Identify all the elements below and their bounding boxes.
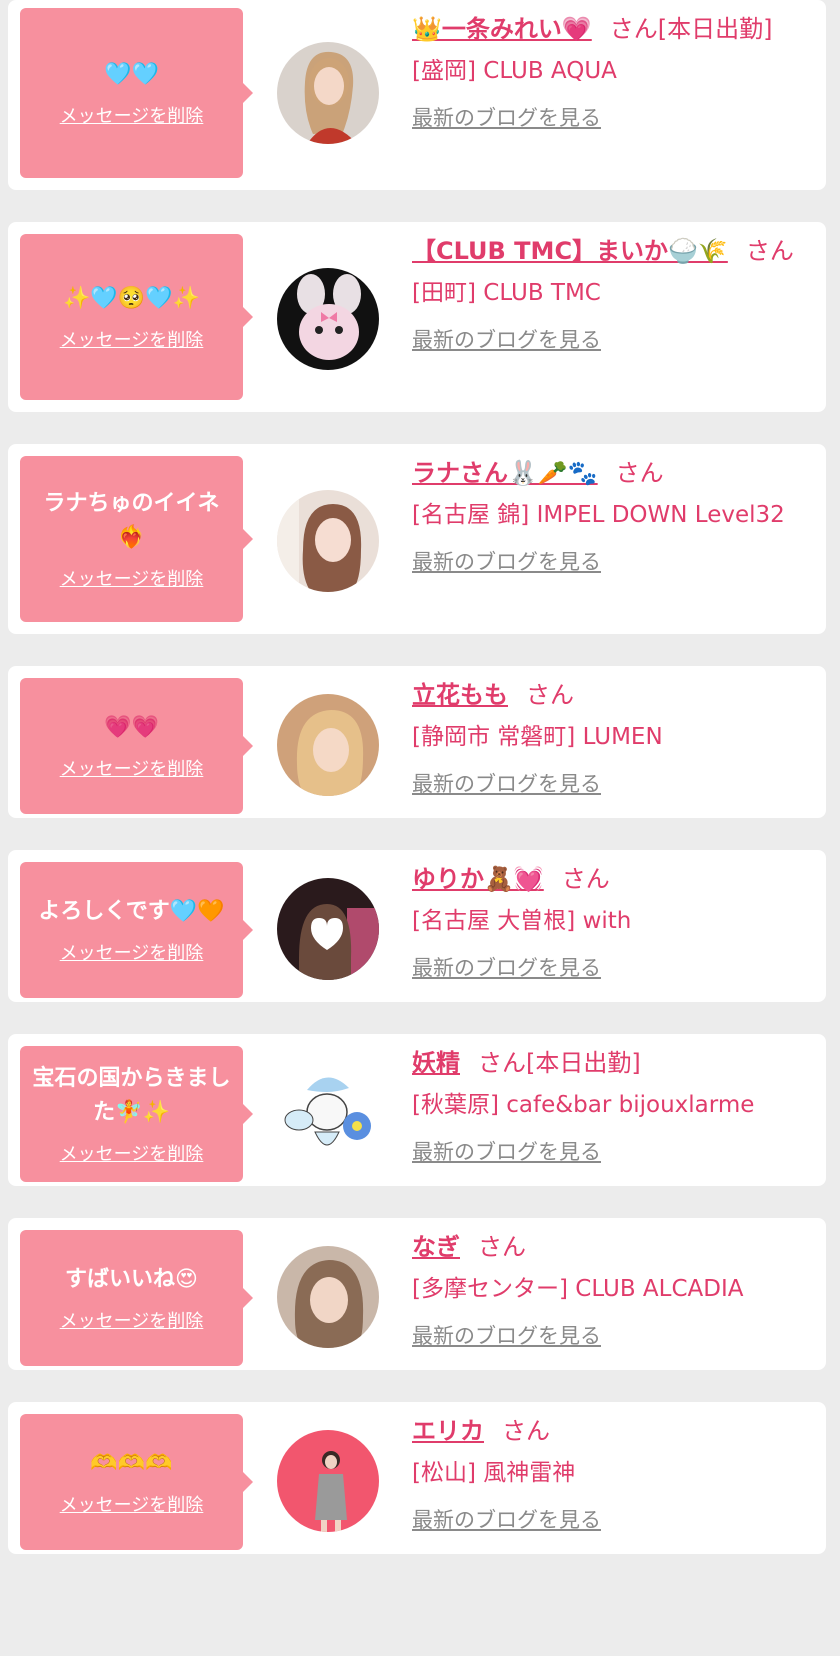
cast-name-link[interactable]: ゆりか🧸💓 [412,865,544,893]
view-blog-link[interactable]: 最新のブログを見る [412,1504,601,1536]
status-text: [本日出勤] [657,15,773,43]
honorific: さん [526,681,574,709]
avatar[interactable] [277,1246,379,1348]
message-bubble: ラナちゅのイイネ❤️‍🔥 メッセージを削除 [20,456,253,622]
cast-name-link[interactable]: 立花もも [412,681,508,709]
shop-info: [静岡市 常磐町] LUMEN [412,724,663,750]
cast-name-link[interactable]: 👑一条みれい💗 [412,15,592,43]
list-item: 💗💗 メッセージを削除 立花もも さん [静岡市 常磐町] LUMEN 最新のブロ… [8,666,826,818]
message-text: ✨🩵🥺🩵✨ [63,286,200,311]
avatar[interactable] [277,1430,379,1532]
cast-info: エリカ さん [松山] 風神雷神 最新のブログを見る [412,1412,812,1536]
message-text: 宝石の国からきました🧚✨ [32,1066,231,1125]
cast-name-link[interactable]: 【CLUB TMC】まいか🍚🌾 [412,237,728,265]
cast-info: 【CLUB TMC】まいか🍚🌾 さん [田町] CLUB TMC 最新のブログを見… [412,232,812,356]
message-text: 💗💗 [104,715,159,740]
shop-info: [松山] 風神雷神 [412,1460,576,1486]
cast-info: ゆりか🧸💓 さん [名古屋 大曽根] with 最新のブログを見る [412,860,812,984]
message-text: すばいいね😍 [65,1267,198,1292]
message-text: 🫶🫶🫶 [90,1451,173,1476]
honorific: さん [478,1049,526,1077]
status-text: [本日出勤] [526,1049,641,1077]
honorific: さん [561,865,610,893]
view-blog-link[interactable]: 最新のブログを見る [412,1320,601,1352]
delete-message-link[interactable]: メッセージを削除 [60,755,204,781]
view-blog-link[interactable]: 最新のブログを見る [412,768,601,800]
avatar[interactable] [277,878,379,980]
message-text: ラナちゅのイイネ❤️‍🔥 [43,491,220,550]
view-blog-link[interactable]: 最新のブログを見る [412,952,601,984]
delete-message-link[interactable]: メッセージを削除 [60,102,204,128]
honorific: さん [745,237,794,265]
avatar[interactable] [277,694,379,796]
list-item: 宝石の国からきました🧚✨ メッセージを削除 妖精 さん[本日出勤] [秋葉原] c… [8,1034,826,1186]
list-item: ラナちゅのイイネ❤️‍🔥 メッセージを削除 ラナさん🐰🥕🐾 さん [名古屋 錦] … [8,444,826,634]
message-text: 🩵🩵 [104,62,159,87]
shop-info: [多摩センター] CLUB ALCADIA [412,1276,744,1302]
message-bubble: 🫶🫶🫶 メッセージを削除 [20,1414,253,1550]
honorific: さん [478,1233,526,1261]
avatar[interactable] [277,1062,379,1164]
cast-info: なぎ さん [多摩センター] CLUB ALCADIA 最新のブログを見る [412,1228,812,1352]
message-bubble: よろしくです🩵🧡 メッセージを削除 [20,862,253,998]
delete-message-link[interactable]: メッセージを削除 [60,1491,204,1517]
list-item: よろしくです🩵🧡 メッセージを削除 ゆりか🧸💓 さん [名古屋 大曽根] with… [8,850,826,1002]
avatar[interactable] [277,490,379,592]
delete-message-link[interactable]: メッセージを削除 [60,326,204,352]
message-bubble: 🩵🩵 メッセージを削除 [20,8,253,178]
view-blog-link[interactable]: 最新のブログを見る [412,1136,601,1168]
delete-message-link[interactable]: メッセージを削除 [60,1140,204,1166]
message-bubble: すばいいね😍 メッセージを削除 [20,1230,253,1366]
delete-message-link[interactable]: メッセージを削除 [60,1307,204,1333]
shop-info: [秋葉原] cafe&bar bijouxlarme [412,1092,755,1118]
cast-name-link[interactable]: ラナさん🐰🥕🐾 [412,459,598,487]
message-bubble: ✨🩵🥺🩵✨ メッセージを削除 [20,234,253,400]
list-item: 🫶🫶🫶 メッセージを削除 エリカ さん [松山] 風神雷神 最新のブログを見る [8,1402,826,1554]
cast-info: 立花もも さん [静岡市 常磐町] LUMEN 最新のブログを見る [412,676,812,800]
cast-info: ラナさん🐰🥕🐾 さん [名古屋 錦] IMPEL DOWN Level32 最新の… [412,454,812,578]
list-item: ✨🩵🥺🩵✨ メッセージを削除 【CLUB TMC】まいか🍚🌾 さん [田町] CL… [8,222,826,412]
shop-info: [名古屋 大曽根] with [412,908,632,934]
cast-name-link[interactable]: エリカ [412,1417,484,1445]
message-text: よろしくです🩵🧡 [38,899,225,924]
avatar[interactable] [277,42,379,144]
message-bubble: 宝石の国からきました🧚✨ メッセージを削除 [20,1046,253,1182]
honorific: さん [615,459,664,487]
view-blog-link[interactable]: 最新のブログを見る [412,102,601,134]
shop-info: [田町] CLUB TMC [412,280,601,306]
honorific: さん [502,1417,550,1445]
list-item: すばいいね😍 メッセージを削除 なぎ さん [多摩センター] CLUB ALCAD… [8,1218,826,1370]
avatar[interactable] [277,268,379,370]
list-item: 🩵🩵 メッセージを削除 👑一条みれい💗 さん[本日出勤] [盛岡] CLUB AQ… [8,0,826,190]
view-blog-link[interactable]: 最新のブログを見る [412,324,601,356]
delete-message-link[interactable]: メッセージを削除 [60,939,204,965]
cast-name-link[interactable]: なぎ [412,1233,460,1261]
delete-message-link[interactable]: メッセージを削除 [60,565,204,591]
shop-info: [名古屋 錦] IMPEL DOWN Level32 [412,502,785,528]
honorific: さん [609,15,658,43]
shop-info: [盛岡] CLUB AQUA [412,58,617,84]
view-blog-link[interactable]: 最新のブログを見る [412,546,601,578]
cast-info: 👑一条みれい💗 さん[本日出勤] [盛岡] CLUB AQUA 最新のブログを見る [412,10,812,134]
cast-info: 妖精 さん[本日出勤] [秋葉原] cafe&bar bijouxlarme 最新… [412,1044,812,1168]
cast-name-link[interactable]: 妖精 [412,1049,460,1077]
message-bubble: 💗💗 メッセージを削除 [20,678,253,814]
